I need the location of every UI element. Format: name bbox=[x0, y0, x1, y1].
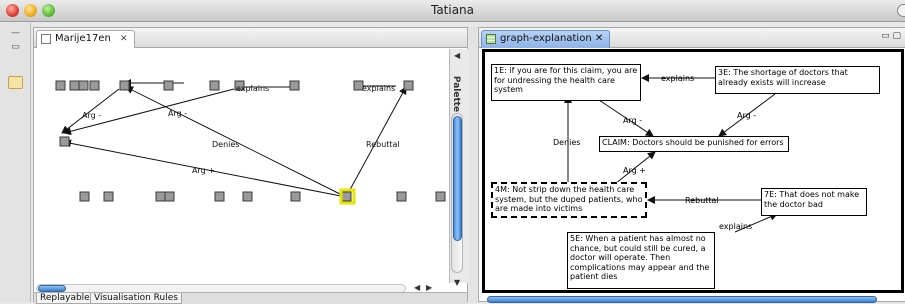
argument-graph-canvas[interactable]: explains explains Arg - Arg - Denies Reb… bbox=[34, 49, 449, 283]
graph-node[interactable] bbox=[59, 136, 70, 147]
tab-label: graph-explanation bbox=[500, 33, 592, 44]
file-icon bbox=[41, 34, 51, 44]
left-trim-bar: — ▭ bbox=[0, 23, 31, 302]
graph-node[interactable] bbox=[119, 80, 130, 91]
graph-node[interactable] bbox=[55, 80, 66, 91]
edge-label-explains: explains bbox=[362, 84, 395, 93]
edge-label-arg-plus: Arg + bbox=[623, 166, 646, 175]
title-bar: Tatiana bbox=[0, 0, 905, 22]
edge-label-explains: explains bbox=[236, 84, 269, 93]
bottom-tabbar: Replayable Visualisation Rules bbox=[34, 292, 467, 304]
edge-label-rebuttal: Rebuttal bbox=[685, 196, 719, 205]
graph-node[interactable] bbox=[290, 191, 301, 202]
graph-node[interactable] bbox=[396, 191, 407, 202]
window-title: Tatiana bbox=[430, 3, 475, 17]
edge-label-rebuttal: Rebuttal bbox=[366, 140, 400, 149]
application-window: Tatiana — ▭ Marije17en ✕ explains explai… bbox=[0, 0, 905, 304]
tab-marije17en[interactable]: Marije17en ✕ bbox=[36, 30, 135, 48]
scroll-down-arrow-icon[interactable]: ▼ bbox=[454, 278, 460, 287]
document-icon[interactable] bbox=[8, 76, 23, 89]
grid-icon bbox=[486, 34, 496, 44]
explanation-graph[interactable]: 1E: if you are for this claim, you are f… bbox=[482, 49, 904, 293]
tab-graph-explanation[interactable]: graph-explanation ✕ bbox=[481, 30, 611, 48]
graph-node[interactable] bbox=[78, 80, 89, 91]
edge-label-arg-minus: Arg - bbox=[737, 111, 757, 120]
graph-node[interactable] bbox=[214, 191, 225, 202]
vertical-scrollbar[interactable] bbox=[451, 113, 463, 273]
graph-node[interactable] bbox=[242, 191, 253, 202]
left-editor-tabbar: Marije17en ✕ bbox=[34, 28, 467, 48]
scroll-right-arrow-icon[interactable]: ▶ bbox=[426, 283, 432, 292]
edge-label-arg-minus: Arg - bbox=[168, 109, 187, 118]
graph-node[interactable] bbox=[155, 191, 166, 202]
edge-label-explains: explains bbox=[661, 74, 695, 83]
scroll-left-arrow-icon[interactable]: ◀ bbox=[414, 283, 420, 292]
collapse-bar-icon[interactable]: — bbox=[9, 27, 22, 39]
graph-node[interactable] bbox=[289, 80, 300, 91]
graph-node[interactable] bbox=[435, 191, 446, 202]
graph-svg: explains explains Arg - Arg - Denies Reb… bbox=[55, 79, 446, 205]
edge-label-arg-minus: Arg - bbox=[623, 116, 643, 125]
graph-node[interactable] bbox=[89, 80, 100, 91]
node-3e[interactable]: 3E: The shortage of doctors that already… bbox=[715, 66, 880, 94]
graph-node[interactable] bbox=[163, 80, 174, 91]
restore-icon[interactable]: ▭ bbox=[9, 41, 22, 53]
edge-label-denies: Denies bbox=[212, 140, 239, 149]
horizontal-scroll-thumb[interactable] bbox=[38, 285, 66, 292]
tab-visualisation-rules[interactable]: Visualisation Rules bbox=[90, 293, 182, 304]
left-editor-pane: Marije17en ✕ explains explains Arg - Arg… bbox=[33, 27, 468, 304]
tab-replayable[interactable]: Replayable bbox=[36, 293, 94, 304]
node-7e[interactable]: 7E: That does not make the doctor bad bbox=[761, 188, 867, 216]
collapse-arrow-icon[interactable]: ◀ bbox=[454, 51, 460, 60]
graph-node[interactable] bbox=[79, 191, 90, 202]
graph-node[interactable] bbox=[403, 80, 414, 91]
graph-node[interactable] bbox=[209, 80, 220, 91]
close-tab-icon[interactable]: ✕ bbox=[595, 33, 603, 44]
pane-splitter[interactable] bbox=[469, 27, 477, 302]
node-claim[interactable]: CLAIM: Doctors should be punished for er… bbox=[599, 136, 789, 152]
node-1e[interactable]: 1E: if you are for this claim, you are f… bbox=[491, 64, 641, 101]
edge-label-arg-minus: Arg - bbox=[82, 111, 101, 120]
minimize-icon[interactable]: ▭ ▢ bbox=[881, 31, 901, 41]
graph-node[interactable] bbox=[164, 191, 175, 202]
tab-label: Marije17en bbox=[55, 33, 111, 44]
palette-label: Palette bbox=[451, 75, 462, 113]
toolbar-toggle-button[interactable] bbox=[897, 4, 905, 17]
graph-node[interactable] bbox=[103, 191, 114, 202]
right-editor-pane: graph-explanation ✕ ▭ ▢ 1E: if you are f… bbox=[478, 27, 905, 303]
edge-label-denies: Denies bbox=[553, 138, 581, 147]
right-editor-tabbar: graph-explanation ✕ ▭ ▢ bbox=[479, 28, 905, 48]
edge-label-arg-plus: Arg + bbox=[192, 166, 215, 175]
node-5e[interactable]: 5E: When a patient has almost no chance,… bbox=[567, 232, 715, 289]
edge-label-explains: explains bbox=[719, 222, 753, 231]
vertical-scroll-thumb[interactable] bbox=[453, 116, 462, 241]
graph-node[interactable] bbox=[341, 191, 352, 202]
node-4m[interactable]: 4M: Not strip down the health care syste… bbox=[491, 182, 647, 218]
close-tab-icon[interactable]: ✕ bbox=[120, 34, 128, 44]
graph-node[interactable] bbox=[69, 80, 80, 91]
